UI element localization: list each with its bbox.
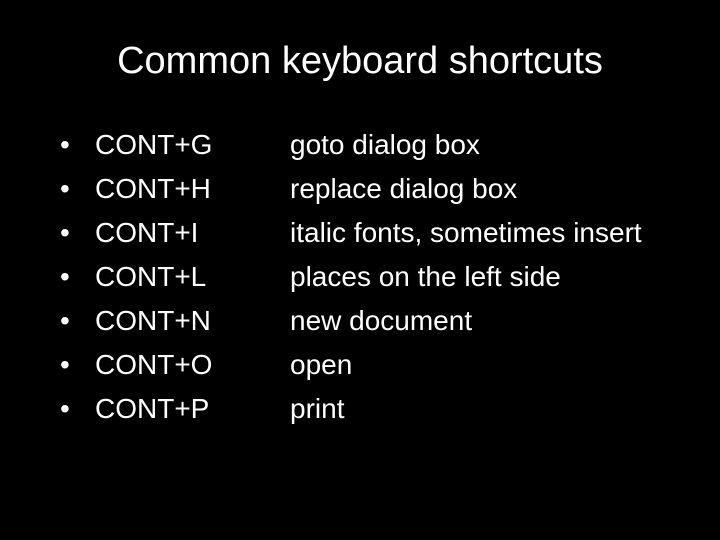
shortcut-description: new document bbox=[290, 299, 670, 343]
shortcut-description: italic fonts, sometimes insert bbox=[290, 211, 670, 255]
bullet-icon: • bbox=[60, 343, 95, 387]
shortcut-key: CONT+L bbox=[95, 255, 290, 299]
bullet-icon: • bbox=[60, 387, 95, 431]
shortcut-description: print bbox=[290, 387, 670, 431]
shortcut-key: CONT+I bbox=[95, 211, 290, 255]
bullet-icon: • bbox=[60, 255, 95, 299]
bullet-icon: • bbox=[60, 167, 95, 211]
slide: Common keyboard shortcuts • • • • • • • … bbox=[0, 0, 720, 540]
shortcut-key: CONT+N bbox=[95, 299, 290, 343]
shortcut-key: CONT+G bbox=[95, 123, 290, 167]
bullet-icon: • bbox=[60, 299, 95, 343]
content-area: • • • • • • • CONT+G CONT+H CONT+I CONT+… bbox=[50, 123, 670, 431]
shortcut-description: goto dialog box bbox=[290, 123, 670, 167]
shortcut-key: CONT+H bbox=[95, 167, 290, 211]
shortcut-description: places on the left side bbox=[290, 255, 670, 299]
bullet-icon: • bbox=[60, 211, 95, 255]
shortcut-key: CONT+O bbox=[95, 343, 290, 387]
shortcut-column: CONT+G CONT+H CONT+I CONT+L CONT+N CONT+… bbox=[95, 123, 290, 431]
shortcut-description: replace dialog box bbox=[290, 167, 670, 211]
bullet-column: • • • • • • • bbox=[60, 123, 95, 431]
description-column: goto dialog box replace dialog box itali… bbox=[290, 123, 670, 431]
bullet-icon: • bbox=[60, 123, 95, 167]
slide-title: Common keyboard shortcuts bbox=[50, 40, 670, 83]
shortcut-key: CONT+P bbox=[95, 387, 290, 431]
shortcut-description: open bbox=[290, 343, 670, 387]
